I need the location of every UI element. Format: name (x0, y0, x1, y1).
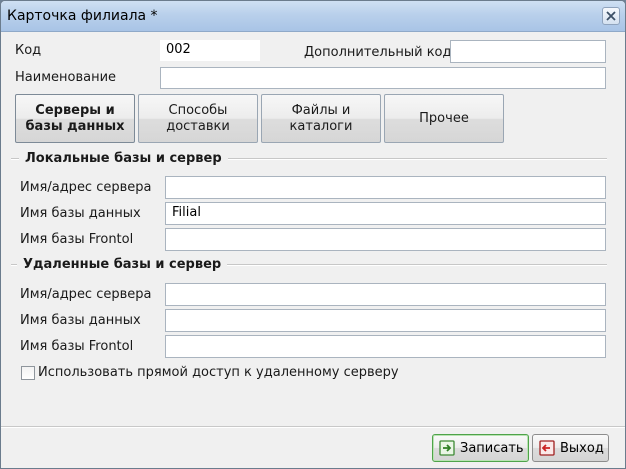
code-label: Код (15, 43, 42, 58)
local-section-title: Локальные базы и сервер (19, 151, 228, 166)
window-title: Карточка филиала * (7, 8, 158, 24)
remote-frontol-field[interactable] (165, 335, 606, 358)
title-bar[interactable]: Карточка филиала * (1, 1, 625, 32)
remote-db-label: Имя базы данных (20, 313, 141, 328)
name-field[interactable] (160, 67, 606, 89)
footer-divider (1, 426, 625, 428)
exit-icon (539, 440, 555, 456)
name-label: Наименование (15, 70, 117, 85)
remote-db-field[interactable] (165, 309, 606, 332)
tab-label: Прочее (419, 110, 469, 126)
local-server-label: Имя/адрес сервера (20, 180, 152, 195)
close-icon (606, 11, 616, 21)
exit-button[interactable]: Выход (532, 434, 609, 462)
remote-section-title: Удаленные базы и сервер (17, 257, 228, 272)
remote-server-label: Имя/адрес сервера (20, 287, 152, 302)
close-button[interactable] (602, 7, 620, 25)
local-db-field[interactable]: Filial (165, 202, 606, 225)
local-db-label: Имя базы данных (20, 206, 141, 221)
extra-code-field[interactable] (450, 40, 606, 63)
exit-button-label: Выход (560, 440, 604, 456)
tab-label: Файлы и каталоги (289, 102, 353, 134)
branch-card-window: Карточка филиала * Код 002 Дополнительны… (0, 0, 626, 469)
local-server-field[interactable] (165, 176, 606, 199)
remote-frontol-label: Имя базы Frontol (20, 339, 134, 354)
tab-label: Серверы и базы данных (25, 102, 125, 134)
direct-access-label[interactable]: Использовать прямой доступ к удаленному … (38, 365, 399, 380)
direct-access-checkbox[interactable] (21, 366, 35, 380)
save-button[interactable]: Записать (432, 434, 529, 462)
tab-servers-databases[interactable]: Серверы и базы данных (15, 94, 135, 143)
tab-files-catalogs[interactable]: Файлы и каталоги (261, 94, 381, 143)
remote-server-field[interactable] (165, 283, 606, 306)
local-frontol-field[interactable] (165, 228, 606, 251)
tab-delivery-methods[interactable]: Способы доставки (138, 94, 258, 143)
code-field[interactable]: 002 (160, 40, 260, 61)
tab-label: Способы доставки (166, 102, 230, 134)
save-icon (439, 440, 455, 456)
tab-other[interactable]: Прочее (384, 94, 504, 143)
save-button-label: Записать (460, 440, 524, 456)
extra-code-label: Дополнительный код (304, 45, 452, 60)
local-frontol-label: Имя базы Frontol (20, 232, 134, 247)
